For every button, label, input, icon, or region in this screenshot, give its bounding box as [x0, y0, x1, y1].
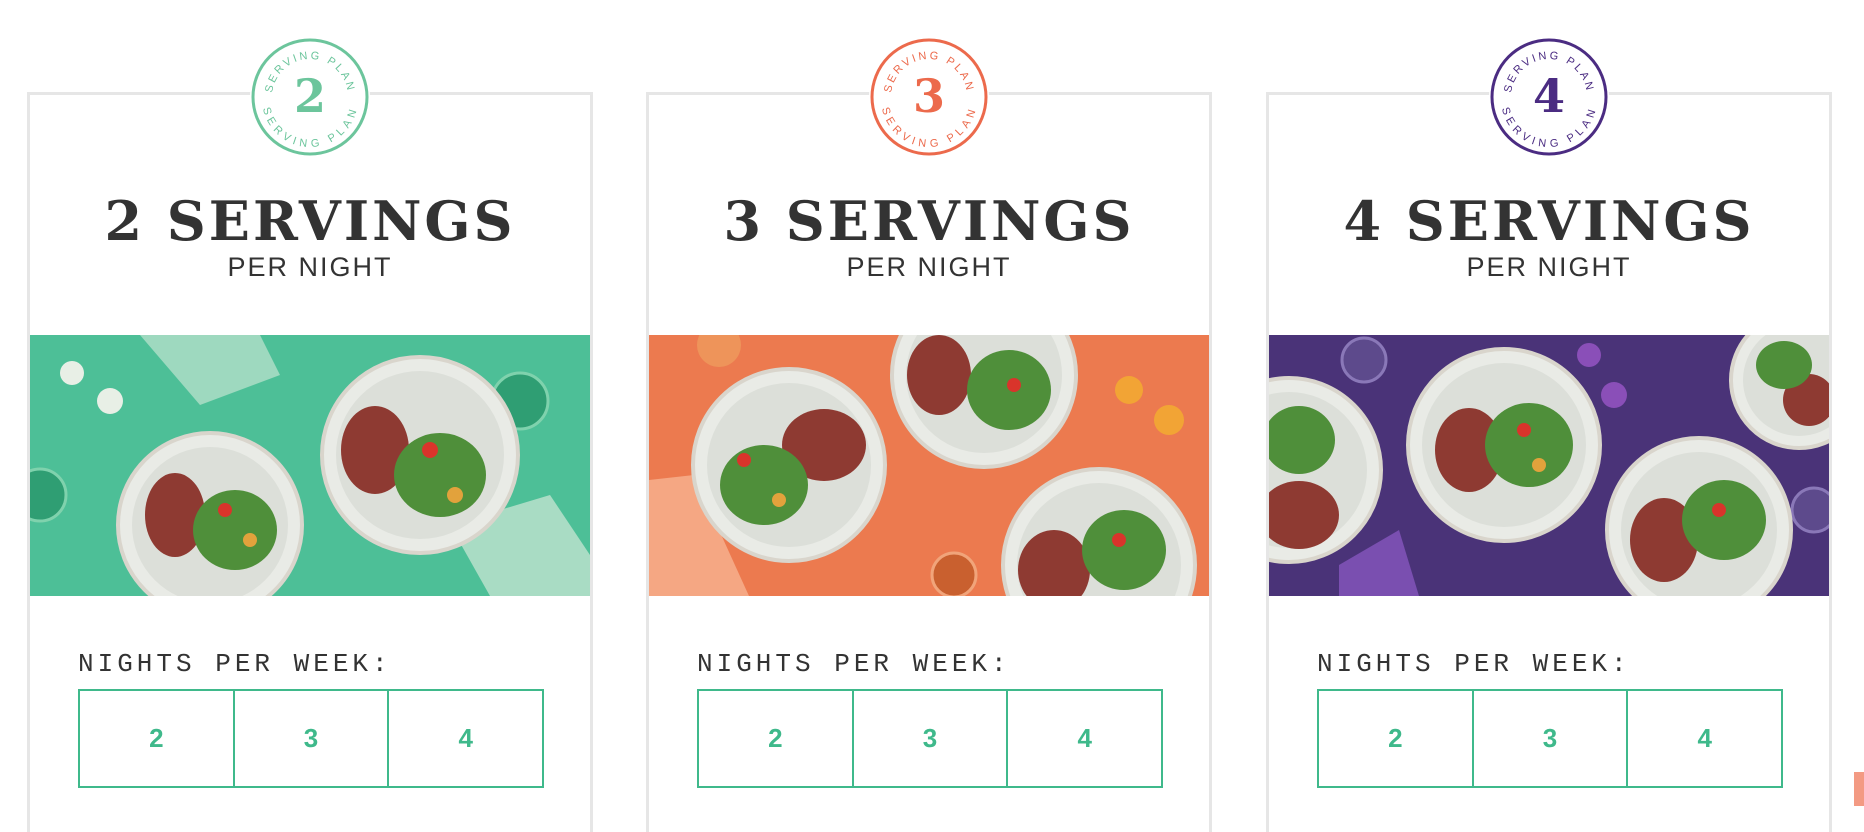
plan-title: 4 SERVINGS	[1343, 189, 1755, 253]
serving-plan-badge: SERVING PLAN SERVING PLAN 2	[250, 37, 370, 157]
nights-option-3[interactable]: 3	[851, 691, 1007, 786]
nights-per-week-options: 2 3 4	[78, 689, 544, 788]
nights-per-week-label: NIGHTS PER WEEK:	[78, 649, 392, 679]
plan-subtitle: PER NIGHT	[846, 252, 1012, 282]
nights-option-2[interactable]: 2	[1319, 691, 1472, 786]
plan-subtitle: PER NIGHT	[227, 252, 393, 282]
nights-per-week-options: 2 3 4	[697, 689, 1163, 788]
badge-number: 4	[1532, 69, 1565, 123]
badge-number: 3	[912, 69, 945, 123]
steak-salad-image	[1269, 335, 1829, 596]
nights-option-4[interactable]: 4	[1626, 691, 1782, 786]
nights-option-3[interactable]: 3	[232, 691, 388, 786]
nights-per-week-options: 2 3 4	[1317, 689, 1783, 788]
nights-option-3[interactable]: 3	[1471, 691, 1627, 786]
plan-card-2-servings: SERVING PLAN SERVING PLAN 2 2 SERVINGS P…	[27, 37, 593, 832]
serving-plan-badge: SERVING PLAN SERVING PLAN 4	[1489, 37, 1609, 157]
meal-photo	[1269, 335, 1829, 596]
nights-option-4[interactable]: 4	[1006, 691, 1162, 786]
nights-option-2[interactable]: 2	[699, 691, 852, 786]
meal-photo	[30, 335, 590, 596]
plan-card-3-servings: SERVING PLAN SERVING PLAN 3 3 SERVINGS P…	[646, 37, 1212, 832]
nights-per-week-label: NIGHTS PER WEEK:	[697, 649, 1011, 679]
plan-card-4-servings: SERVING PLAN SERVING PLAN 4 4 SERVINGS P…	[1266, 37, 1832, 832]
side-feedback-tab[interactable]	[1854, 772, 1864, 806]
nights-option-2[interactable]: 2	[80, 691, 233, 786]
plan-title: 3 SERVINGS	[723, 189, 1135, 253]
serving-plan-badge: SERVING PLAN SERVING PLAN 3	[869, 37, 989, 157]
steak-salad-image	[30, 335, 590, 596]
plan-subtitle: PER NIGHT	[1466, 252, 1632, 282]
meal-photo	[649, 335, 1209, 596]
nights-option-4[interactable]: 4	[387, 691, 543, 786]
steak-salad-image	[649, 335, 1209, 596]
nights-per-week-label: NIGHTS PER WEEK:	[1317, 649, 1631, 679]
plan-title: 2 SERVINGS	[104, 189, 516, 253]
serving-plans: SERVING PLAN SERVING PLAN 2 2 SERVINGS P…	[0, 0, 1864, 832]
badge-number: 2	[293, 69, 326, 123]
